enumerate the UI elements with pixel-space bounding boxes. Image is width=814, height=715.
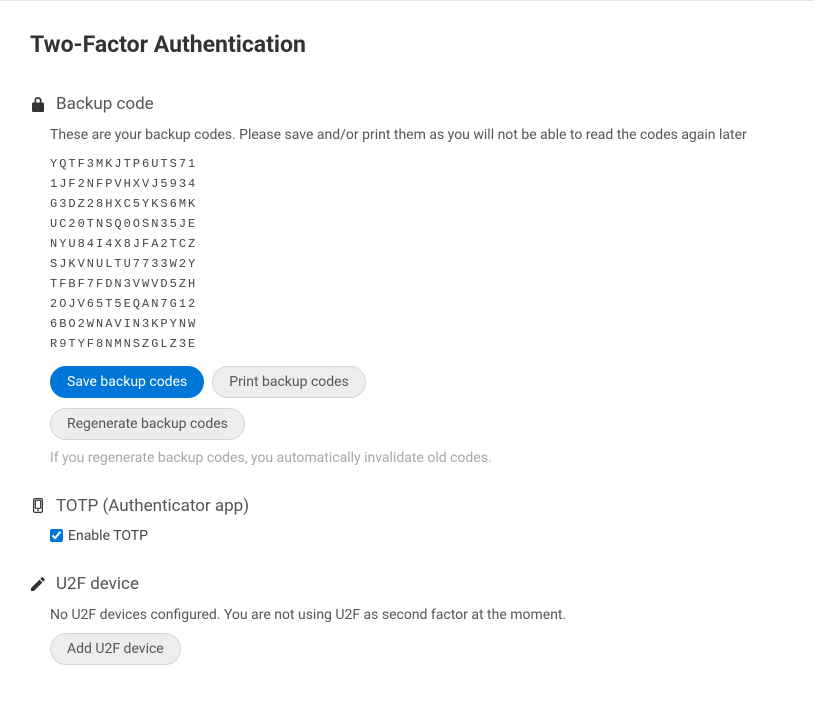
enable-totp-row[interactable]: Enable TOTP — [50, 528, 784, 544]
backup-code-item: SJKVNULTU7733W2Y — [50, 254, 784, 274]
u2f-header: U2F device — [30, 574, 784, 594]
backup-code-description: These are your backup codes. Please save… — [50, 126, 784, 146]
backup-code-item: 2OJV65T5EQAN7G12 — [50, 294, 784, 314]
backup-code-item: R9TYF8NMNSZGLZ3E — [50, 334, 784, 354]
backup-code-section: Backup code These are your backup codes.… — [30, 94, 784, 466]
save-backup-codes-button[interactable]: Save backup codes — [50, 366, 204, 398]
print-backup-codes-button[interactable]: Print backup codes — [212, 366, 366, 398]
content-container: Two-Factor Authentication Backup code Th… — [0, 1, 814, 715]
backup-code-item: YQTF3MKJTP6UTS71 — [50, 154, 784, 174]
backup-code-item: NYU84I4X8JFA2TCZ — [50, 234, 784, 254]
backup-code-item: 1JF2NFPVHXVJ5934 — [50, 174, 784, 194]
enable-totp-label: Enable TOTP — [68, 528, 148, 544]
pencil-icon — [30, 577, 46, 591]
backup-code-body: These are your backup codes. Please save… — [30, 126, 784, 466]
backup-code-heading: Backup code — [56, 94, 154, 114]
regenerate-backup-codes-button[interactable]: Regenerate backup codes — [50, 408, 245, 440]
backup-button-row-2: Regenerate backup codes — [50, 408, 784, 440]
phone-icon — [30, 498, 46, 513]
u2f-button-row: Add U2F device — [50, 633, 784, 665]
page-title: Two-Factor Authentication — [30, 31, 784, 58]
totp-heading: TOTP (Authenticator app) — [56, 496, 249, 516]
backup-codes-list: YQTF3MKJTP6UTS711JF2NFPVHXVJ5934G3DZ28HX… — [50, 154, 784, 354]
backup-code-item: UC20TNSQ0OSN35JE — [50, 214, 784, 234]
u2f-heading: U2F device — [56, 574, 139, 594]
backup-button-row-1: Save backup codes Print backup codes — [50, 366, 784, 398]
totp-section: TOTP (Authenticator app) Enable TOTP — [30, 496, 784, 544]
lock-icon — [30, 97, 46, 112]
totp-header: TOTP (Authenticator app) — [30, 496, 784, 516]
backup-code-header: Backup code — [30, 94, 784, 114]
u2f-status-text: No U2F devices configured. You are not u… — [50, 606, 784, 626]
regenerate-note: If you regenerate backup codes, you auto… — [50, 450, 784, 466]
enable-totp-checkbox[interactable] — [50, 529, 63, 542]
u2f-body: No U2F devices configured. You are not u… — [30, 606, 784, 666]
u2f-section: U2F device No U2F devices configured. Yo… — [30, 574, 784, 666]
add-u2f-device-button[interactable]: Add U2F device — [50, 633, 181, 665]
backup-code-item: TFBF7FDN3VWVD5ZH — [50, 274, 784, 294]
totp-body: Enable TOTP — [30, 528, 784, 544]
backup-code-item: G3DZ28HXC5YKS6MK — [50, 194, 784, 214]
backup-code-item: 6BO2WNAVIN3KPYNW — [50, 314, 784, 334]
